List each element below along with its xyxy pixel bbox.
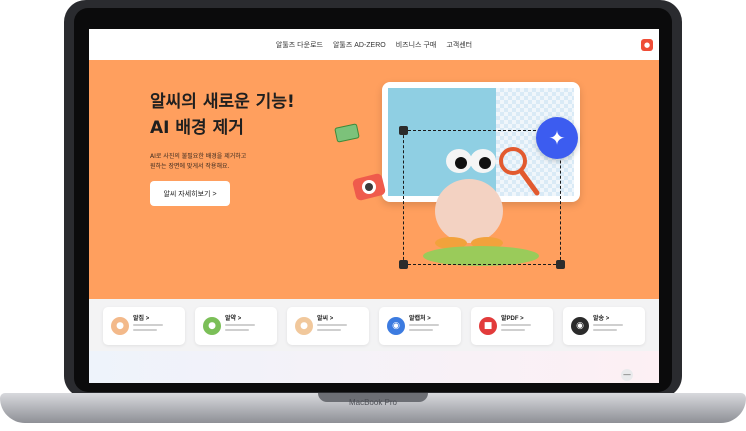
top-navigation: 알툴즈 다운로드 알툴즈 AD-ZERO 비즈니스 구매 고객센터 xyxy=(89,29,659,60)
product-card-alzip[interactable]: ● 알집 > xyxy=(103,307,185,345)
card-text-line xyxy=(317,329,341,331)
card-text-line xyxy=(501,329,525,331)
image-icon xyxy=(334,123,360,143)
product-card-alsee[interactable]: ● 알씨 > xyxy=(287,307,369,345)
product-card-alcapture[interactable]: ◉ 알캡처 > xyxy=(379,307,461,345)
scroll-top-icon[interactable]: — xyxy=(621,369,633,381)
hero-title: 알씨의 새로운 기능! AI 배경 제거 xyxy=(150,92,295,138)
nav-item-ad-zero[interactable]: 알툴즈 AD-ZERO xyxy=(333,40,386,50)
card-title: 알씨 > xyxy=(317,316,334,322)
product-card-alpdf[interactable]: ■ 알PDF > xyxy=(471,307,553,345)
resize-handle-top-left[interactable] xyxy=(399,126,408,135)
nav-item-support[interactable]: 고객센터 xyxy=(446,40,472,50)
nav-item-business[interactable]: 비즈니스 구매 xyxy=(396,40,437,50)
alcapture-icon: ◉ xyxy=(387,317,405,335)
card-text-line xyxy=(225,324,255,326)
card-text-line xyxy=(317,324,347,326)
hero-description: AI로 사진의 불필요한 배경을 제거하고 원하는 장면에 맞게서 작용해요. xyxy=(150,153,247,170)
card-title: 알집 > xyxy=(133,316,150,322)
camera-icon xyxy=(352,173,386,201)
card-text-line xyxy=(225,329,249,331)
alsee-icon: ● xyxy=(295,317,313,335)
hero-cta-button[interactable]: 알씨 자세히보기 > xyxy=(150,181,230,206)
card-text-line xyxy=(133,329,157,331)
product-card-alyac[interactable]: ● 알약 > xyxy=(195,307,277,345)
resize-handle-bottom-left[interactable] xyxy=(399,260,408,269)
card-text-line xyxy=(133,324,163,326)
card-title: 알약 > xyxy=(225,316,242,322)
card-title: 알캡처 > xyxy=(409,316,431,322)
alzip-icon: ● xyxy=(111,317,129,335)
resize-handle-bottom-right[interactable] xyxy=(556,260,565,269)
nav-item-download[interactable]: 알툴즈 다운로드 xyxy=(276,40,323,50)
card-title: 알송 > xyxy=(593,316,610,322)
card-text-line xyxy=(409,329,433,331)
card-text-line xyxy=(409,324,439,326)
card-text-line xyxy=(593,324,623,326)
sparkle-icon: ✦ xyxy=(536,117,578,159)
card-title: 알PDF > xyxy=(501,316,524,322)
device-label: MacBook Pro xyxy=(348,398,398,407)
laptop-mockup: 알툴즈 다운로드 알툴즈 AD-ZERO 비즈니스 구매 고객센터 ● 알씨의 … xyxy=(0,0,746,431)
alpdf-icon: ■ xyxy=(479,317,497,335)
bottom-section xyxy=(89,351,659,383)
alsong-icon: ◉ xyxy=(571,317,589,335)
card-text-line xyxy=(593,329,617,331)
notification-icon[interactable]: ● xyxy=(641,39,653,51)
laptop-screen: 알툴즈 다운로드 알툴즈 AD-ZERO 비즈니스 구매 고객센터 ● 알씨의 … xyxy=(89,29,659,383)
product-card-alsong[interactable]: ◉ 알송 > xyxy=(563,307,645,345)
selection-box[interactable] xyxy=(403,130,561,265)
product-card-row: ● 알집 > ● 알약 > ● 알씨 > ◉ 알캡처 > ■ 알PDF > ◉ … xyxy=(89,299,659,351)
alyac-icon: ● xyxy=(203,317,221,335)
card-text-line xyxy=(501,324,531,326)
